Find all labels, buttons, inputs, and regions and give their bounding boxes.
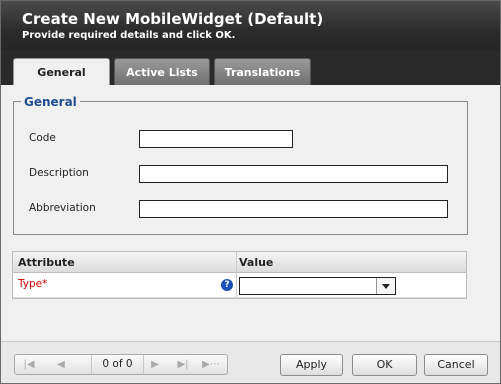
tab-active-lists[interactable]: Active Lists <box>114 58 210 85</box>
apply-button[interactable]: Apply <box>280 354 343 376</box>
dialog-footer: |◀ ◀ 0 of 0 ▶ ▶| ▶⋯ Apply OK Cancel <box>1 341 500 383</box>
first-page-icon[interactable]: |◀ <box>17 355 41 374</box>
pager-info: 0 of 0 <box>91 355 144 374</box>
refresh-icon[interactable]: ▶⋯ <box>199 355 223 374</box>
abbreviation-label: Abbreviation <box>29 202 96 214</box>
dialog-titlebar: Create New MobileWidget (Default) Provid… <box>1 1 500 50</box>
next-page-icon[interactable]: ▶ <box>143 355 167 374</box>
value-column-header: Value <box>239 256 274 269</box>
prev-page-icon[interactable]: ◀ <box>49 355 73 374</box>
description-label: Description <box>29 167 89 179</box>
tab-translations[interactable]: Translations <box>214 58 311 85</box>
tab-general[interactable]: General <box>13 58 110 85</box>
type-attribute-label: Type* <box>18 278 48 290</box>
attributes-grid: Attribute Value Type* ? <box>12 251 467 299</box>
code-label: Code <box>29 132 56 144</box>
pager: |◀ ◀ 0 of 0 ▶ ▶| ▶⋯ <box>14 354 228 375</box>
attribute-column-header: Attribute <box>18 256 75 269</box>
attributes-grid-header: Attribute Value <box>13 252 466 273</box>
last-page-icon[interactable]: ▶| <box>171 355 195 374</box>
ok-button[interactable]: OK <box>352 354 417 376</box>
tab-strip: General Active Lists Translations <box>1 50 500 85</box>
dialog-subtitle: Provide required details and click OK. <box>22 30 236 41</box>
type-value-select[interactable] <box>239 277 396 295</box>
table-row: Type* ? <box>13 273 466 298</box>
abbreviation-input[interactable] <box>139 200 448 218</box>
create-mobilewidget-dialog: Create New MobileWidget (Default) Provid… <box>0 0 501 384</box>
description-input[interactable] <box>139 165 448 183</box>
code-input[interactable] <box>139 130 293 148</box>
cancel-button[interactable]: Cancel <box>424 354 488 376</box>
dialog-title: Create New MobileWidget (Default) <box>22 10 324 28</box>
help-icon[interactable]: ? <box>221 279 233 291</box>
general-legend: General <box>21 95 80 109</box>
chevron-down-icon[interactable] <box>376 278 395 294</box>
